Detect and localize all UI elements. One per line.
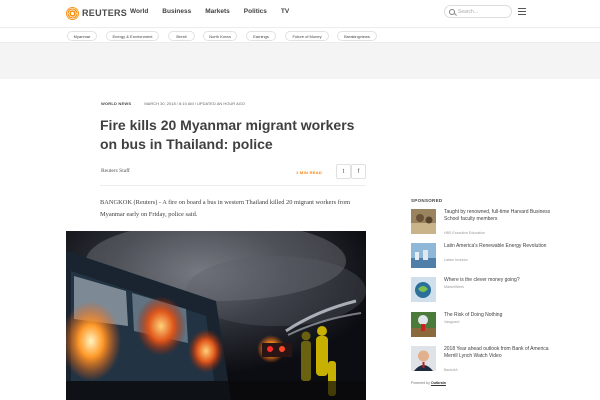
sponsored-item[interactable]: Latin America's Renewable Energy Revolut… xyxy=(411,243,561,269)
nav-item-world[interactable]: World xyxy=(130,8,148,15)
sponsored-title: Where is the clever money going? xyxy=(444,277,520,283)
sponsored-item[interactable]: 2018 Year ahead outlook from Bank of Ame… xyxy=(411,346,561,372)
sponsored-source: MarketWeek xyxy=(444,285,465,289)
reuters-logo-icon xyxy=(66,6,79,20)
article-headline: Fire kills 20 Myanmar migrant workers on… xyxy=(100,117,355,152)
sponsored-thumbnail xyxy=(411,346,436,371)
article-section[interactable]: WORLD NEWS xyxy=(101,101,131,106)
sponsored-source: Vanguard xyxy=(444,320,460,324)
outbrain-attribution[interactable]: Powered by Outbrain xyxy=(411,381,446,385)
sponsored-source: BankofA xyxy=(444,368,458,372)
sponsored-title: 2018 Year ahead outlook from Bank of Ame… xyxy=(444,346,549,359)
byline-row: Reuters Staff 1 MIN READ t f xyxy=(100,164,366,182)
sponsored-title: The Risk of Doing Nothing xyxy=(444,312,503,318)
sponsored-source: Latam Investor xyxy=(444,258,468,262)
topic-bar: Myanmar Energy & Environment Brexit Nort… xyxy=(0,27,600,43)
search-icon xyxy=(449,8,455,15)
article-meta: WORLD NEWS MARCH 30, 2018 / 8:10 AM / UP… xyxy=(101,101,245,106)
topic-breakingviews[interactable]: Breakingviews xyxy=(337,31,377,41)
powered-by-label: Powered by xyxy=(411,381,430,385)
sponsored-item[interactable]: The Risk of Doing Nothing Vanguard xyxy=(411,312,561,338)
ad-banner-placeholder xyxy=(0,43,600,79)
article-timestamp: MARCH 30, 2018 / 8:10 AM / UPDATED AN HO… xyxy=(144,101,245,106)
twitter-icon: t xyxy=(342,168,345,175)
facebook-icon: f xyxy=(357,168,360,175)
sponsored-item[interactable]: Where is the clever money going? MarketW… xyxy=(411,277,561,303)
article-byline: Reuters Staff xyxy=(101,168,130,174)
search-input[interactable] xyxy=(458,8,508,15)
twitter-share-button[interactable]: t xyxy=(336,164,351,179)
sponsored-thumbnail xyxy=(411,277,436,302)
site-header: REUTERS World Business Markets Politics … xyxy=(0,0,600,26)
read-time: 1 MIN READ xyxy=(296,170,323,175)
article-photo[interactable] xyxy=(66,231,366,400)
nav-item-tv[interactable]: TV xyxy=(281,8,289,15)
hamburger-menu-icon[interactable] xyxy=(518,8,526,15)
facebook-share-button[interactable]: f xyxy=(351,164,366,179)
sponsored-title: Taught by renowned, full-time Harvard Bu… xyxy=(444,209,551,222)
sponsored-thumbnail xyxy=(411,312,436,337)
topic-earnings[interactable]: Earnings xyxy=(246,31,276,41)
nav-item-business[interactable]: Business xyxy=(162,8,191,15)
topic-future-of-money[interactable]: Future of Money xyxy=(285,31,329,41)
brand-name: REUTERS xyxy=(82,8,128,18)
article-lead-paragraph: BANGKOK (Reuters) - A fire on board a bu… xyxy=(100,199,351,218)
sponsored-thumbnail xyxy=(411,243,436,268)
sponsored-title: Latin America's Renewable Energy Revolut… xyxy=(444,243,547,249)
reuters-logo[interactable]: REUTERS xyxy=(66,5,127,21)
byline-divider xyxy=(100,185,366,186)
main-nav: World Business Markets Politics TV xyxy=(130,8,303,15)
search-box[interactable] xyxy=(444,5,512,18)
outbrain-logo: Outbrain xyxy=(430,381,446,385)
sponsored-thumbnail xyxy=(411,209,436,234)
topic-energy-environment[interactable]: Energy & Environment xyxy=(106,31,159,41)
nav-item-markets[interactable]: Markets xyxy=(205,8,230,15)
topic-brexit[interactable]: Brexit xyxy=(168,31,195,41)
nav-item-politics[interactable]: Politics xyxy=(244,8,267,15)
bus-fire-photo-illustration xyxy=(66,231,366,400)
sponsored-item[interactable]: Taught by renowned, full-time Harvard Bu… xyxy=(411,209,561,235)
sponsored-source: HBS Executive Education xyxy=(444,231,485,235)
topic-north-korea[interactable]: North Korea xyxy=(203,31,237,41)
topic-myanmar[interactable]: Myanmar xyxy=(67,31,97,41)
sponsored-label: SPONSORED xyxy=(411,198,443,203)
